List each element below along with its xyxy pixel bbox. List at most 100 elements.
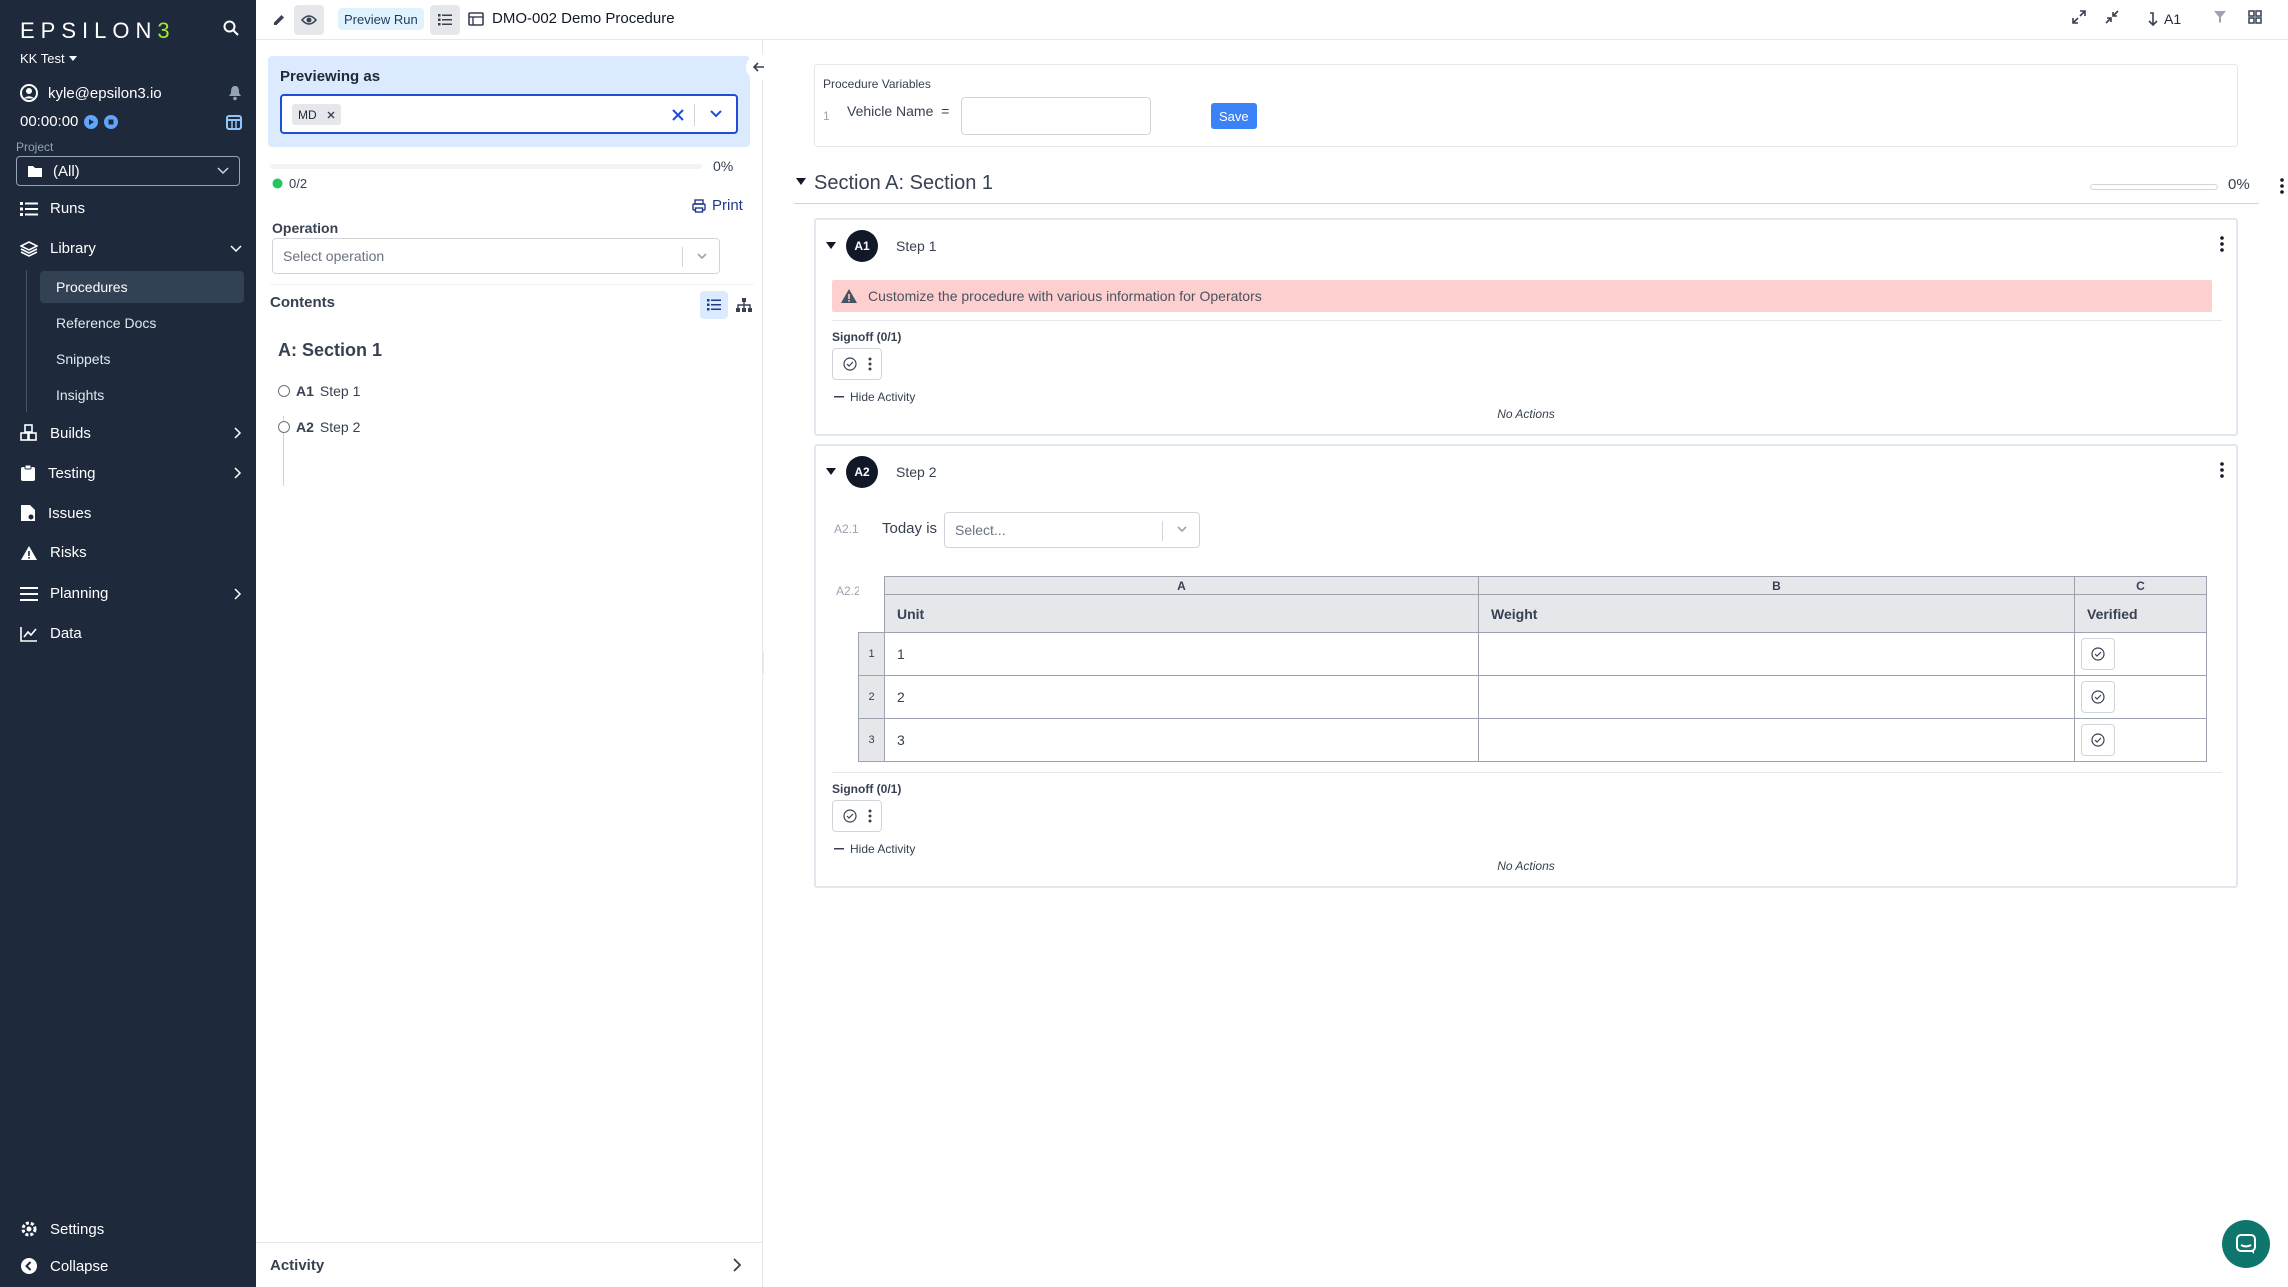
runs-icon (20, 201, 38, 216)
nav-library[interactable]: Library (20, 240, 242, 257)
contents-header: Contents (270, 284, 778, 320)
step-status-dot-icon (278, 385, 290, 397)
column-header-weight: Weight (1478, 594, 2075, 633)
hide-activity-toggle[interactable]: Hide Activity (834, 390, 915, 404)
status-dot-icon (272, 178, 283, 189)
signoff-check-icon[interactable] (842, 357, 857, 371)
outline-toggle-button[interactable] (430, 5, 460, 35)
toc-item-a1[interactable]: A1 Step 1 (278, 383, 360, 399)
caret-down-icon[interactable] (826, 468, 836, 476)
tree-view-button[interactable] (730, 291, 758, 319)
timer-value: 00:00:00 (20, 113, 79, 130)
operation-select[interactable]: Select operation (272, 238, 720, 274)
expand-icon[interactable] (2072, 10, 2086, 24)
jump-to-step-button[interactable]: A1 (2148, 11, 2181, 27)
nav-testing[interactable]: Testing (20, 464, 242, 482)
previewing-as-label: Previewing as (280, 68, 381, 85)
procedure-sidebar-panel: Previewing as MD 0% 0/2 Print Operation … (256, 40, 778, 1287)
verified-cell (2074, 675, 2207, 719)
print-button[interactable]: Print (692, 197, 743, 214)
user-row[interactable]: kyle@epsilon3.io (20, 84, 242, 102)
caret-down-icon[interactable] (796, 178, 806, 186)
chevron-down-icon (1177, 526, 1187, 533)
verified-cell (2074, 632, 2207, 676)
verify-check-button[interactable] (2081, 724, 2115, 756)
weight-cell[interactable] (1478, 675, 2075, 719)
step-card-a2: A2 Step 2 A2.1 Today is Select... A2.2 A… (814, 444, 2238, 888)
caret-down-icon[interactable] (826, 242, 836, 250)
play-icon[interactable] (84, 114, 99, 129)
nav-collapse[interactable]: Collapse (20, 1257, 242, 1275)
step-count: 0/2 (272, 176, 307, 191)
chevron-down-icon (697, 253, 707, 260)
chevron-down-icon[interactable] (710, 110, 722, 118)
section-progress-bar (2090, 184, 2218, 190)
activity-bar[interactable]: Activity (256, 1242, 762, 1287)
nav-issues[interactable]: Issues (20, 504, 242, 522)
unit-cell[interactable]: 2 (884, 675, 1479, 719)
nav-data[interactable]: Data (20, 625, 242, 642)
filter-icon[interactable] (2213, 10, 2227, 24)
minus-icon (834, 848, 844, 850)
sidebar-item-insights[interactable]: Insights (40, 379, 244, 411)
kebab-menu-icon[interactable] (2220, 462, 2224, 478)
kebab-menu-icon[interactable] (868, 357, 872, 371)
kebab-menu-icon[interactable] (2220, 236, 2224, 252)
nav-settings[interactable]: Settings (20, 1220, 242, 1238)
data-icon (20, 626, 37, 642)
vehicle-name-input[interactable] (961, 97, 1151, 135)
kebab-menu-icon[interactable] (2280, 178, 2284, 194)
procedure-progress-bar (270, 164, 702, 169)
collapse-icon (21, 1258, 37, 1274)
unit-cell[interactable]: 1 (884, 632, 1479, 676)
nav-builds[interactable]: Builds (20, 424, 242, 442)
chip-remove-icon[interactable] (327, 111, 335, 119)
weight-cell[interactable] (1478, 632, 2075, 676)
weight-cell[interactable] (1478, 718, 2075, 762)
chevron-right-icon (234, 427, 242, 439)
hide-activity-toggle[interactable]: Hide Activity (834, 842, 915, 856)
column-letter: B (1478, 576, 2075, 595)
list-view-button[interactable] (700, 291, 728, 319)
sidebar-item-reference-docs[interactable]: Reference Docs (40, 307, 244, 339)
support-chat-button[interactable] (2222, 1220, 2270, 1268)
clear-icon[interactable] (672, 109, 684, 121)
project-select[interactable]: (All) (16, 156, 240, 186)
section-title: Section A: Section 1 (814, 172, 994, 194)
calendar-icon[interactable] (226, 114, 242, 130)
nav-planning[interactable]: Planning (20, 585, 242, 602)
save-button[interactable]: Save (1211, 103, 1257, 129)
column-header-unit: Unit (884, 594, 1479, 633)
kebab-menu-icon[interactable] (868, 809, 872, 823)
team-name: KK Test (20, 51, 65, 66)
divider (832, 772, 2222, 773)
stop-icon[interactable] (104, 114, 119, 129)
verify-check-button[interactable] (2081, 681, 2115, 713)
chat-icon (2236, 1234, 2256, 1254)
toc-item-a2[interactable]: A2 Step 2 (278, 419, 360, 435)
today-select[interactable]: Select... (944, 512, 1200, 548)
toc-section-a[interactable]: A: Section 1 (278, 340, 382, 361)
epsilon-logo[interactable]: EPSILON3 (20, 18, 176, 44)
select-separator (694, 104, 695, 126)
shrink-icon[interactable] (2105, 10, 2119, 24)
chevron-right-icon (733, 1258, 742, 1272)
column-letter: C (2074, 576, 2207, 595)
sidebar-item-snippets[interactable]: Snippets (40, 343, 244, 375)
step-card-a1: A1 Step 1 Customize the procedure with v… (814, 218, 2238, 436)
role-select[interactable]: MD (280, 94, 738, 134)
edit-button[interactable] (264, 5, 294, 35)
issues-icon (21, 505, 35, 521)
list-icon (438, 14, 452, 26)
verify-check-button[interactable] (2081, 638, 2115, 670)
sidebar-item-procedures[interactable]: Procedures (40, 271, 244, 303)
nav-risks[interactable]: Risks (20, 544, 242, 561)
preview-button[interactable] (294, 5, 324, 35)
layout-icon[interactable] (2248, 10, 2262, 24)
table-row: 1 1 (858, 632, 2207, 676)
nav-runs[interactable]: Runs (20, 200, 242, 217)
signoff-check-icon[interactable] (842, 809, 857, 823)
unit-cell[interactable]: 3 (884, 718, 1479, 762)
search-icon[interactable] (223, 20, 239, 36)
team-switcher[interactable]: KK Test (20, 51, 77, 66)
